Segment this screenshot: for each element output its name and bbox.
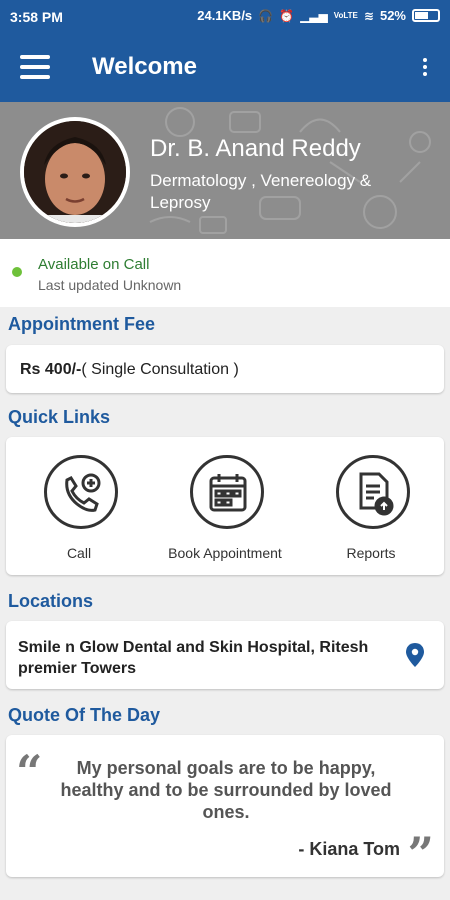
quick-link-reports[interactable]: Reports: [298, 437, 444, 577]
quick-link-label: Call: [66, 545, 92, 561]
fee-amount: Rs 400/-: [20, 361, 82, 378]
quick-link-book-appointment[interactable]: Book Appointment: [152, 437, 298, 577]
headphones-icon: 🎧: [258, 8, 274, 23]
quote-card: “ My personal goals are to be happy, hea…: [6, 735, 444, 881]
fee-detail: ( Single Consultation ): [81, 361, 239, 378]
doctor-profile-header: Dr. B. Anand Reddy Dermatology , Venereo…: [0, 102, 450, 239]
fee-text: Rs 400/-( Single Consultation ): [20, 361, 239, 379]
battery-percent: 52%: [379, 8, 406, 23]
alarm-icon: ⏰: [279, 8, 295, 23]
page-title: Welcome: [92, 53, 197, 80]
quick-link-call[interactable]: Call: [6, 437, 152, 577]
network-speed: 24.1KB/s: [197, 8, 253, 23]
location-card[interactable]: Smile n Glow Dental and Skin Hospital, R…: [6, 621, 444, 689]
quick-link-label: Reports: [346, 545, 396, 561]
phone-plus-icon: [44, 455, 118, 529]
report-upload-icon: [336, 455, 410, 529]
appointment-fee-card: Rs 400/-( Single Consultation ): [6, 345, 444, 393]
quick-links-card: Call Book Appointment Reports: [6, 437, 444, 575]
location-name: Smile n Glow Dental and Skin Hospital, R…: [18, 639, 369, 677]
availability-status: Available on Call: [38, 256, 150, 273]
battery-icon: [412, 9, 440, 22]
status-bar: 3:58 PM 24.1KB/s 🎧 ⏰ ▁▃▅ VoLTE ≋ 52%: [0, 0, 450, 34]
quote-author: - Kiana Tom: [298, 839, 400, 859]
doctor-name: Dr. B. Anand Reddy: [150, 135, 361, 162]
status-icons: 24.1KB/s 🎧 ⏰ ▁▃▅ VoLTE ≋ 52%: [197, 8, 440, 23]
volte-label: VoLTE: [333, 10, 358, 20]
doctor-specialty: Dermatology , Venereology & Leprosy: [150, 171, 372, 212]
wifi-icon: ≋: [363, 8, 374, 23]
app-bar: Welcome: [0, 34, 450, 102]
last-updated: Last updated Unknown: [38, 277, 182, 293]
quote-text: My personal goals are to be happy, healt…: [60, 758, 392, 822]
hamburger-menu-icon[interactable]: [20, 55, 50, 79]
quick-link-label: Book Appointment: [168, 545, 282, 561]
status-dot-icon: [12, 267, 22, 277]
signal-icon: ▁▃▅: [300, 8, 328, 23]
appointment-fee-title: Appointment Fee: [8, 314, 155, 334]
map-pin-icon[interactable]: [406, 643, 424, 667]
avatar: [20, 117, 130, 227]
status-time: 3:58 PM: [10, 9, 63, 25]
quick-links-title: Quick Links: [8, 407, 111, 427]
more-vert-icon[interactable]: [422, 58, 428, 80]
quote-title: Quote Of The Day: [8, 705, 161, 725]
open-quote-icon: “: [16, 745, 43, 799]
locations-title: Locations: [8, 591, 94, 611]
availability-panel: Available on Call Last updated Unknown: [0, 239, 450, 307]
calendar-icon: [190, 455, 264, 529]
close-quote-icon: ”: [407, 827, 434, 881]
